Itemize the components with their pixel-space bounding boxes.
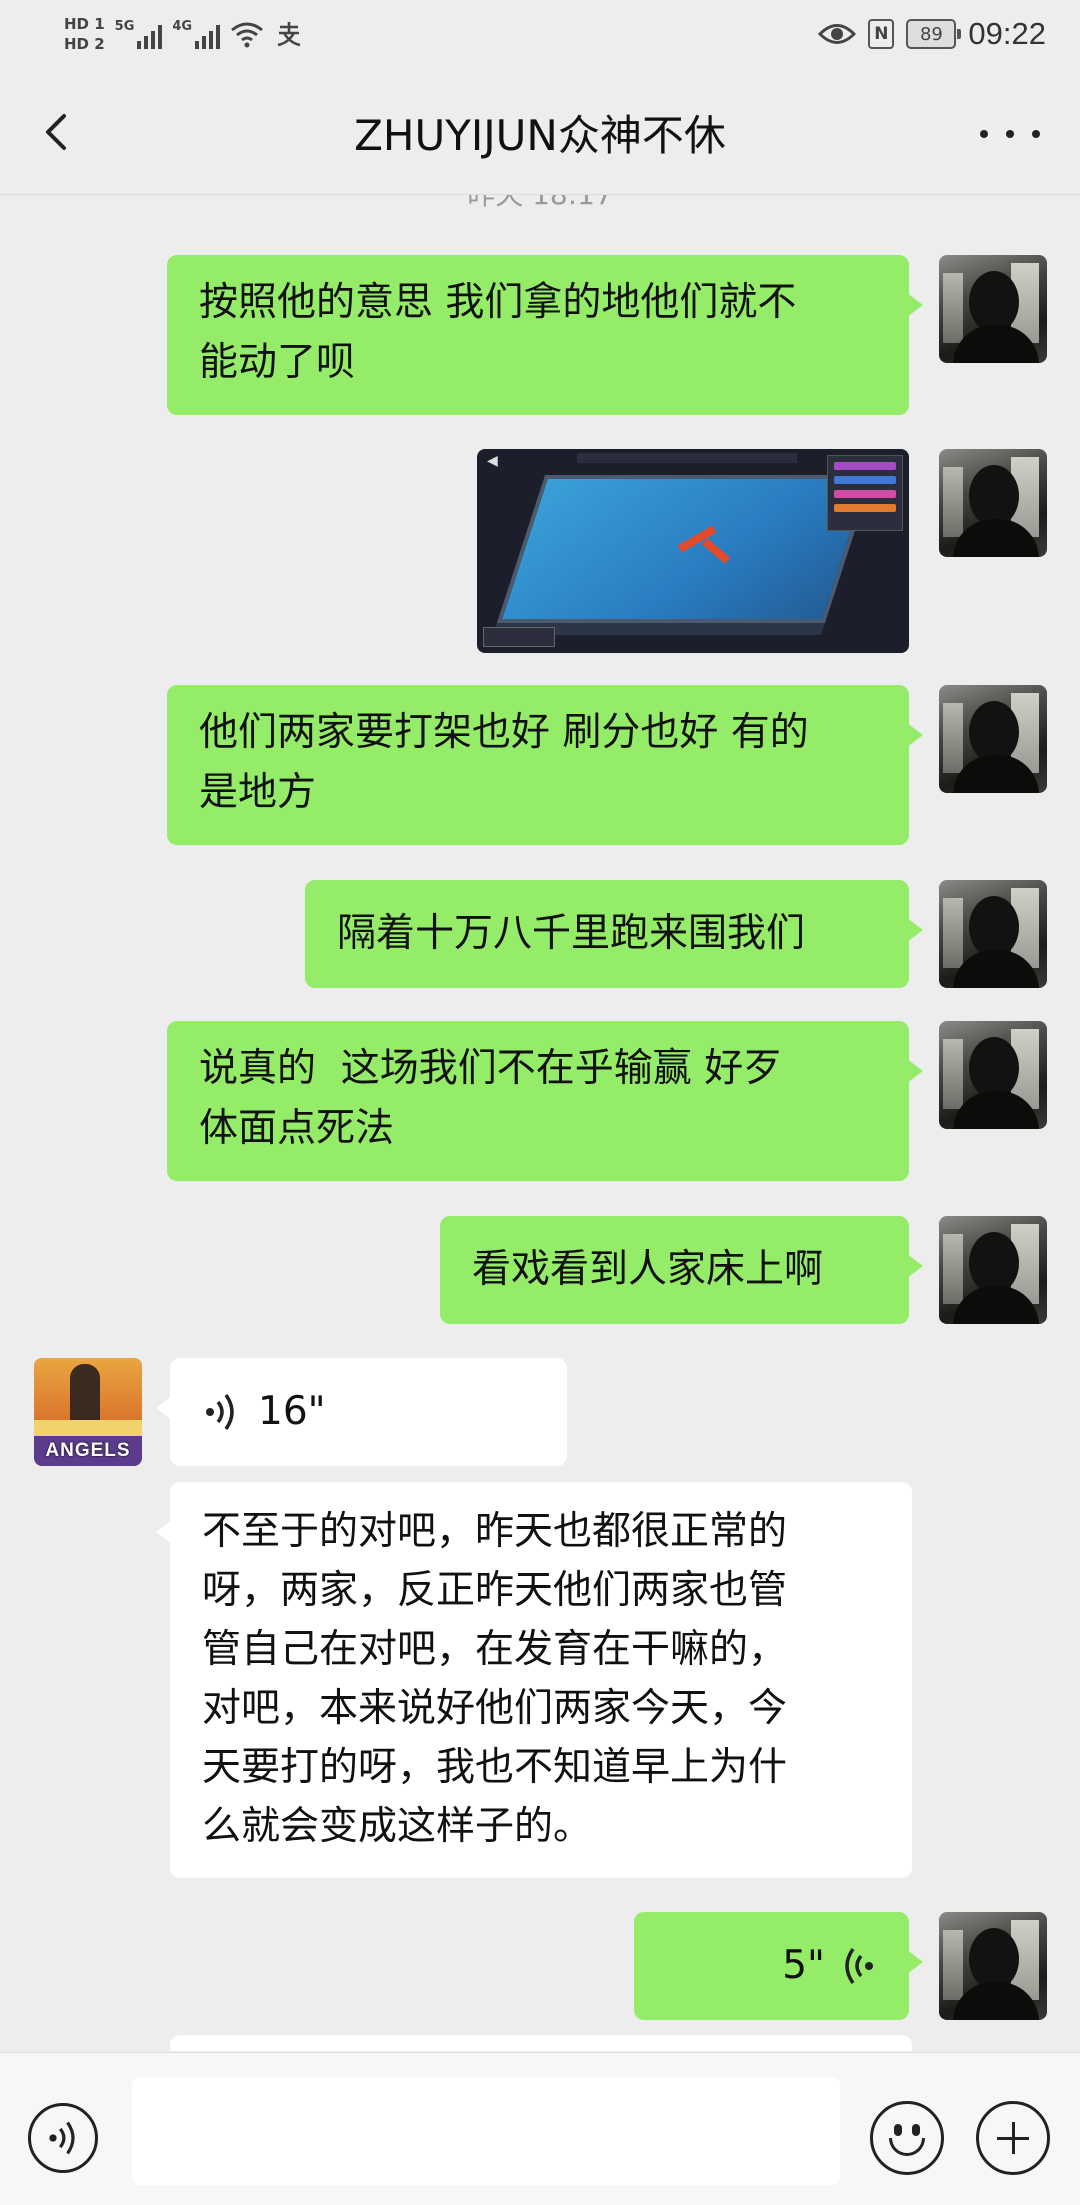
voice-duration: 5" xyxy=(782,1943,825,1988)
input-bar xyxy=(0,2052,1080,2205)
voice-wave-icon xyxy=(845,1947,873,1985)
my-avatar[interactable] xyxy=(939,1912,1047,2020)
contact-avatar[interactable]: ANGELS xyxy=(34,1358,142,1466)
clock: 09:22 xyxy=(968,16,1046,51)
my-avatar[interactable] xyxy=(939,685,1047,793)
message-bubble[interactable]: 看戏看到人家床上啊 xyxy=(440,1216,923,1324)
message-line: 天要打的呀，我也不知道早上为什 xyxy=(202,1745,788,1790)
message-bubble[interactable]: 按照他的意思 我们拿的地他们就不 能动了呗 xyxy=(167,255,923,415)
voice-input-icon[interactable] xyxy=(28,2103,98,2173)
eye-icon xyxy=(818,24,857,44)
hd2-indicator: HD 2 xyxy=(64,35,105,53)
message-line: 他们两家要打架也好 刷分也好 有的 xyxy=(199,710,809,755)
emoji-icon[interactable] xyxy=(870,2101,944,2175)
message-list[interactable]: 昨天 18:17 按照他的意思 我们拿的地他们就不 能动了呗 ◀ 他们两家要打架… xyxy=(0,195,1080,2051)
message-bubble[interactable]: 说真的 这场我们不在乎输赢 好歹 体面点死法 xyxy=(167,1021,923,1181)
chat-header: ZHUYIJUN众神不休 xyxy=(0,70,1080,195)
voice-message-bubble[interactable]: 5" xyxy=(634,1912,923,2020)
message-line: 隔着十万八千里跑来围我们 xyxy=(337,911,806,956)
message-line: 是地方 xyxy=(199,770,317,815)
my-avatar[interactable] xyxy=(939,255,1047,363)
battery-level: 89 xyxy=(919,23,943,45)
message-input[interactable] xyxy=(132,2077,840,2185)
game-map-image[interactable]: ◀ xyxy=(477,449,909,653)
my-avatar[interactable] xyxy=(939,1021,1047,1129)
status-right: N 89 09:22 xyxy=(818,10,1046,58)
voice-duration: 16" xyxy=(258,1389,326,1434)
nfc-icon: N xyxy=(868,19,895,49)
alipay-icon xyxy=(277,22,301,47)
voice-wave-icon xyxy=(206,1393,234,1431)
timestamp-cut: 昨天 18:17 xyxy=(0,195,1080,213)
message-line: 对吧，本来说好他们两家今天，今 xyxy=(202,1686,788,1731)
message-line: 看戏看到人家床上啊 xyxy=(472,1247,824,1292)
avatar-label: ANGELS xyxy=(45,1440,131,1461)
message-line: 不至于的对吧，昨天也都很正常的 xyxy=(202,1509,788,1554)
message-line: 呀，两家，反正昨天他们两家也管 xyxy=(202,1568,788,1613)
voice-message-bubble[interactable]: 16" xyxy=(156,1358,567,1466)
signal-5g-icon: 5G xyxy=(115,19,163,49)
plus-icon[interactable] xyxy=(976,2101,1050,2175)
arrow-left-icon: ◀ xyxy=(487,453,498,469)
hd1-indicator: HD 1 xyxy=(64,15,105,33)
status-bar: HD 1 HD 2 5G 4G N 89 09:22 xyxy=(0,0,1080,70)
message-line: 按照他的意思 我们拿的地他们就不 xyxy=(199,280,797,325)
my-avatar[interactable] xyxy=(939,880,1047,988)
my-avatar[interactable] xyxy=(939,1216,1047,1324)
network-type-2: 4G xyxy=(172,19,193,34)
my-avatar[interactable] xyxy=(939,449,1047,557)
message-bubble[interactable]: 他们两家要打架也好 刷分也好 有的 是地方 xyxy=(167,685,923,845)
message-line: 说真的 这场我们不在乎输赢 好歹 xyxy=(199,1046,783,1091)
message-bubble[interactable]: 隔着十万八千里跑来围我们 xyxy=(305,880,923,988)
wifi-icon xyxy=(231,22,264,48)
message-bubble-partial[interactable] xyxy=(170,2035,912,2051)
more-dots-icon[interactable] xyxy=(980,114,1040,154)
chat-title: ZHUYIJUN众神不休 xyxy=(354,111,726,160)
message-line: 体面点死法 xyxy=(199,1106,395,1151)
signal-4g-icon: 4G xyxy=(172,19,221,49)
message-line: 管自己在对吧，在发育在干嘛的， xyxy=(202,1627,788,1672)
message-bubble[interactable]: 不至于的对吧，昨天也都很正常的 呀，两家，反正昨天他们两家也管 管自己在对吧，在… xyxy=(156,1482,912,1878)
status-left: HD 1 HD 2 5G 4G xyxy=(64,6,304,62)
message-line: 么就会变成这样子的。 xyxy=(202,1804,593,1849)
network-type-1: 5G xyxy=(114,19,135,34)
battery-icon: 89 xyxy=(906,19,962,49)
message-line: 能动了呗 xyxy=(199,340,356,385)
